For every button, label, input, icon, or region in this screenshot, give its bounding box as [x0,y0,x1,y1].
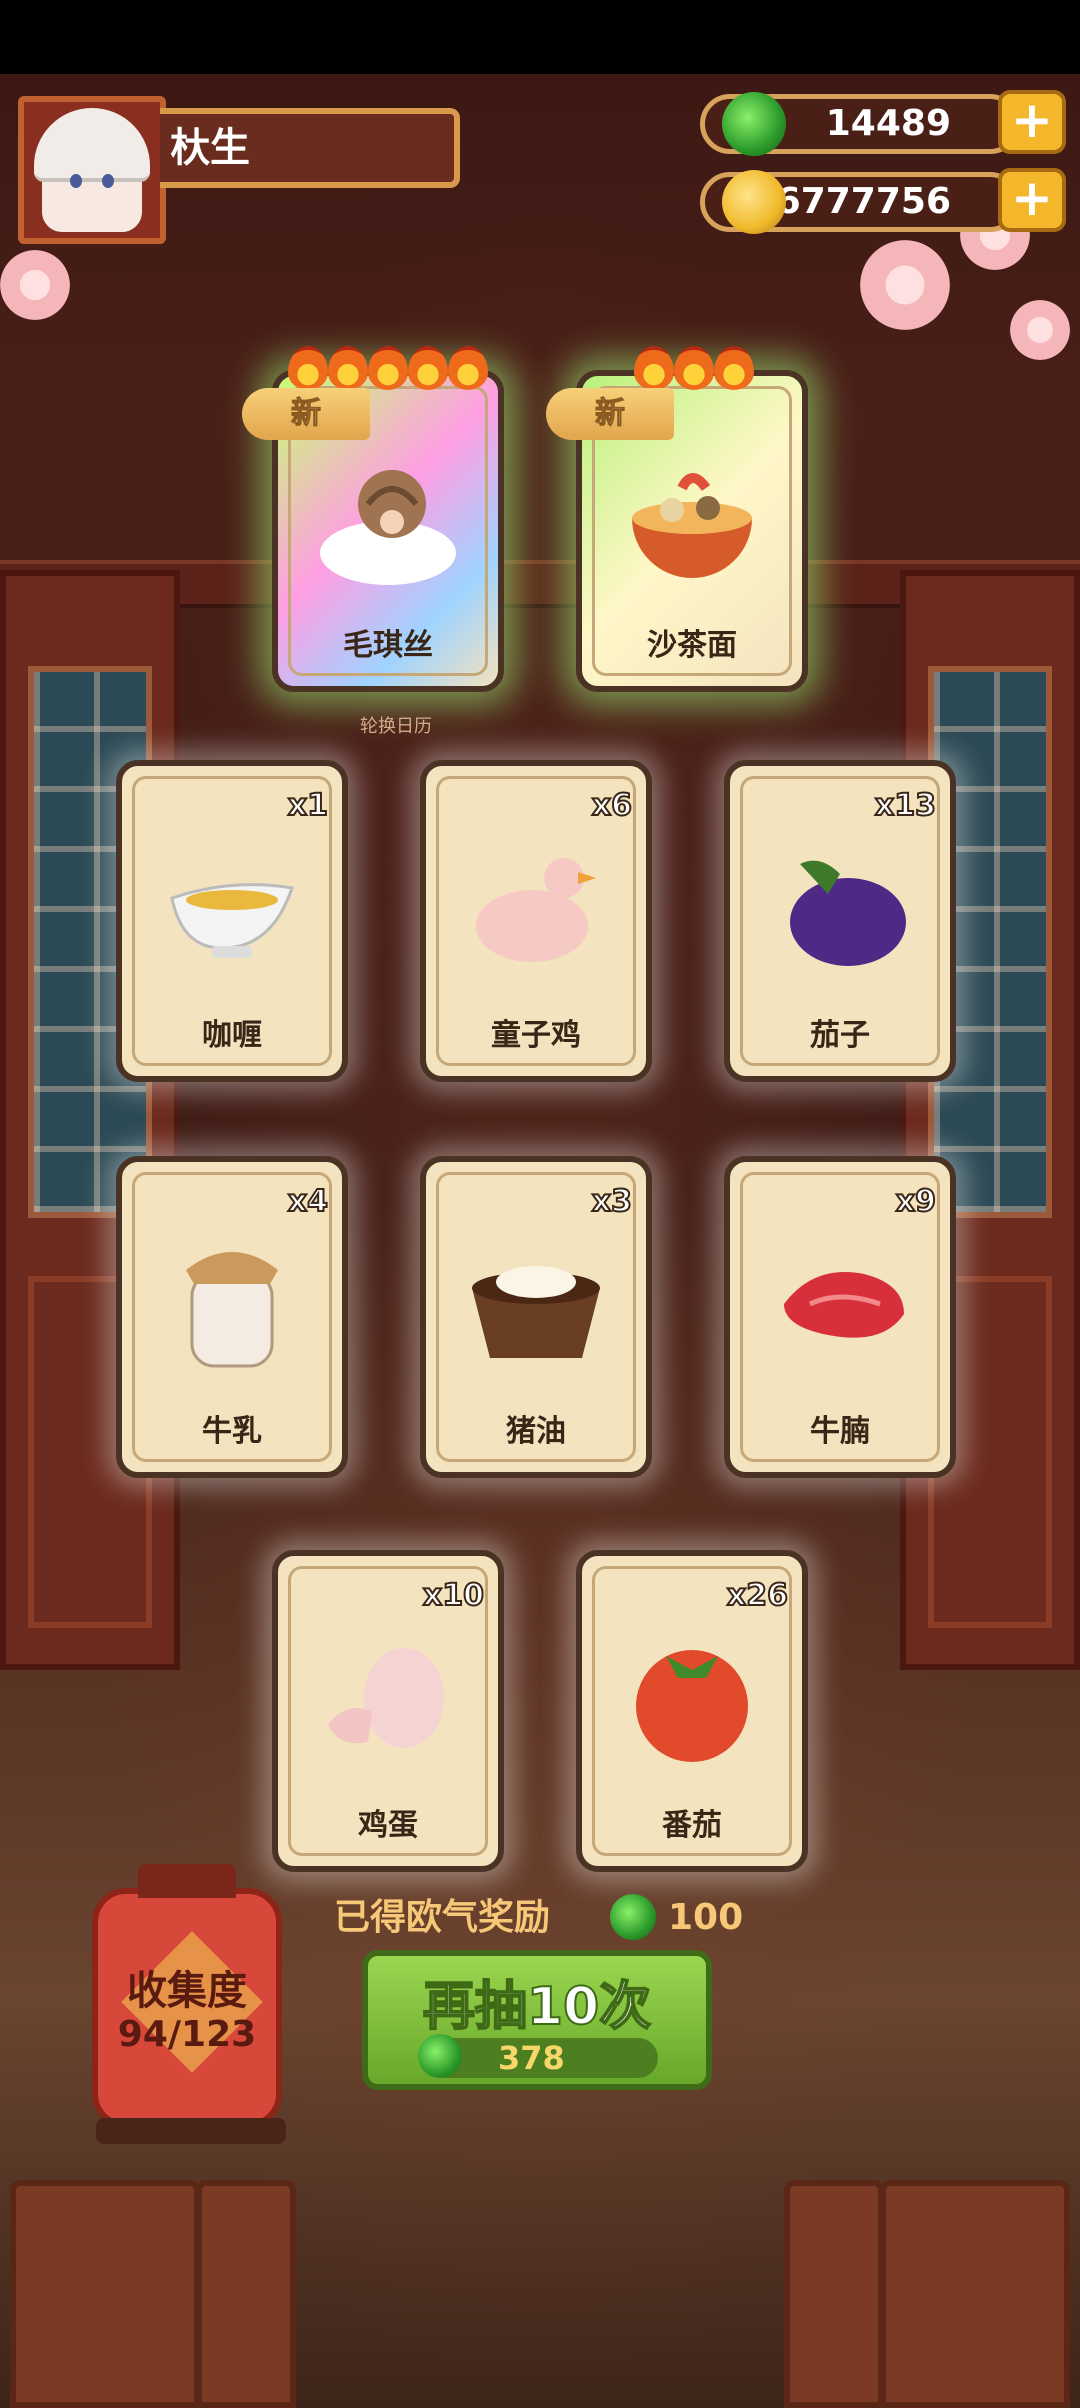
card-label: 牛乳 [202,1414,262,1449]
flame-icon [634,346,674,390]
new-badge: 新 [546,388,674,440]
hermit-crab-icon [320,470,456,585]
ingredient-card[interactable]: x1 咖喱 [116,760,348,1082]
chicken-icon [476,858,596,962]
jade-coin-icon [722,92,786,156]
avatar-hair [34,108,150,182]
card-count: x6 [591,787,633,824]
lard-bowl-icon [472,1266,600,1358]
draw-button-label: 再抽10次 [422,1976,652,2038]
card-count: x13 [874,787,937,824]
noodle-bowl-icon [632,473,752,578]
ingredient-card[interactable]: x10 鸡蛋 [272,1550,504,1872]
collection-title: 收集度 [127,1968,247,2014]
lantern-stand [96,2118,286,2144]
ingredient-card[interactable]: x9 牛腩 [724,1156,956,1478]
star-rating [288,346,488,390]
right-door [900,570,1080,1670]
flame-icon [448,346,488,390]
blossom-decoration [0,250,70,320]
reward-row: 已得欧气奖励 100 [334,1888,743,1948]
rotation-calendar-label: 轮换日历 [360,716,432,737]
card-label: 鸡蛋 [358,1808,418,1843]
fence-post [196,2180,296,2408]
collection-progress: 94/123 [117,2014,257,2055]
card-count: x10 [422,1577,485,1614]
flame-icon [368,346,408,390]
card-count: x26 [726,1577,789,1614]
gold-coin-icon [722,170,786,234]
flame-icon [714,346,754,390]
card-label: 番茄 [662,1808,722,1843]
card-count: x1 [287,787,329,824]
flame-icon [408,346,448,390]
card-count: x4 [287,1183,329,1220]
reward-value: 100 [668,1897,744,1938]
add-gold-button[interactable]: + [998,168,1066,232]
milk-jar-icon [186,1252,278,1368]
eggplant-icon [790,860,906,966]
card-label: 毛琪丝 [343,628,433,663]
ingredient-card[interactable]: x4 牛乳 [116,1156,348,1478]
card-label: 猪油 [506,1414,566,1449]
egg-icon [328,1648,444,1748]
left-door [0,570,180,1670]
add-jade-button[interactable]: + [998,90,1066,154]
new-badge: 新 [242,388,370,440]
blossom-decoration [1010,300,1070,360]
ingredient-card[interactable]: x3 猪油 [420,1156,652,1478]
jade-value: 14489 [825,103,951,144]
status-bar [0,0,1080,74]
ingredient-card[interactable]: x6 童子鸡 [420,760,652,1082]
beef-icon [784,1272,904,1338]
flame-icon [674,346,714,390]
player-avatar[interactable] [18,96,166,244]
player-name: 杕生 [170,125,250,171]
ingredient-card[interactable]: x26 番茄 [576,1550,808,1872]
ingredient-card[interactable]: x13 茄子 [724,760,956,1082]
card-label: 牛腩 [810,1414,870,1449]
flame-icon [288,346,328,390]
card-label: 沙茶面 [647,628,737,663]
featured-card[interactable]: 新 毛琪丝 [242,346,504,692]
collection-lantern[interactable]: 收集度 94/123 [92,1864,282,2128]
draw-cost: 378 [498,2039,565,2077]
card-label: 咖喱 [202,1018,262,1053]
reward-label: 已得欧气奖励 [334,1897,551,1938]
tomato-icon [636,1650,748,1762]
featured-card[interactable]: 新 沙茶面 [546,346,808,692]
jade-coin-icon [418,2034,462,2078]
fence-post [880,2180,1070,2408]
flame-icon [328,346,368,390]
card-count: x9 [895,1183,937,1220]
fence-post [784,2180,884,2408]
star-rating [634,346,754,390]
blossom-decoration [860,240,950,330]
card-label: 童子鸡 [491,1018,581,1053]
fence-post [10,2180,200,2408]
card-count: x3 [591,1183,633,1220]
card-label: 茄子 [810,1018,870,1053]
jade-coin-icon [610,1894,656,1940]
avatar-eye [70,174,82,188]
gravy-boat-icon [170,883,294,958]
avatar-eye [102,174,114,188]
draw-ten-button[interactable]: 再抽10次 378 [362,1950,712,2090]
